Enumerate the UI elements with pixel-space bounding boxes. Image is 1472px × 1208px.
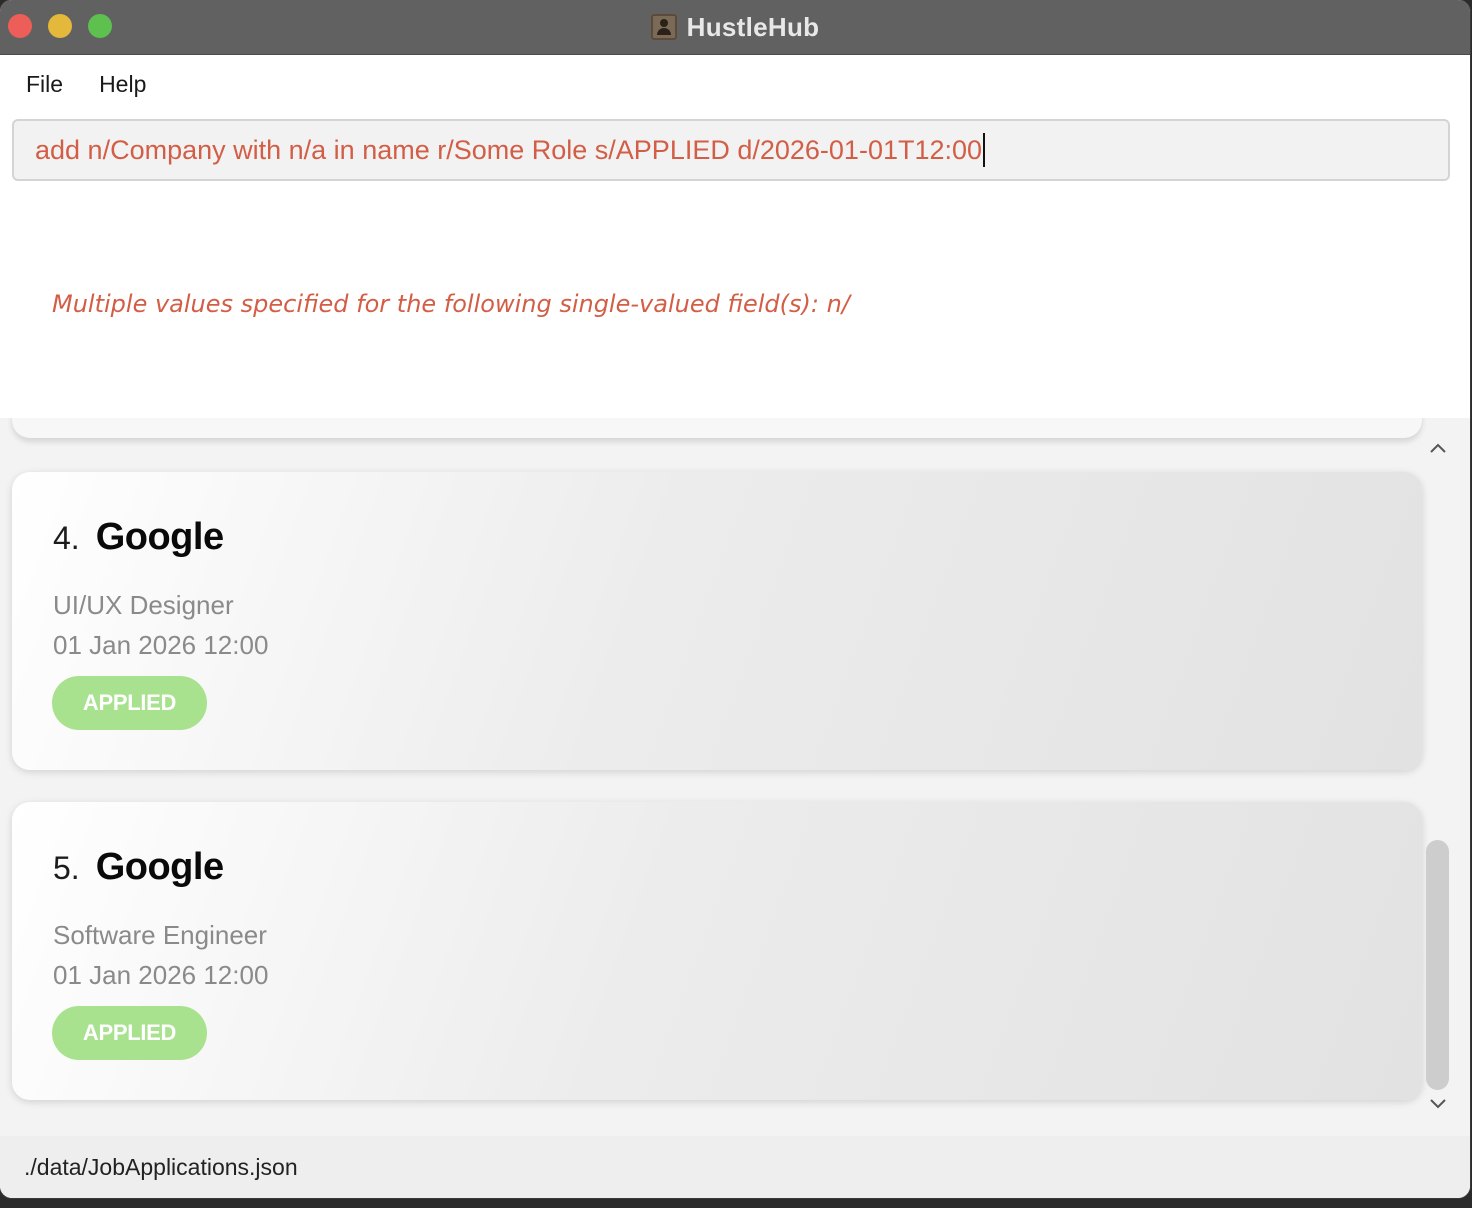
role-title: Software Engineer — [53, 920, 267, 950]
data-file-path: ./data/JobApplications.json — [24, 1153, 298, 1180]
window-title: HustleHub — [686, 11, 820, 42]
app-window: HustleHub File Help add n/Company with n… — [0, 0, 1470, 1198]
result-message: Multiple values specified for the follow… — [52, 290, 850, 318]
application-date: 01 Jan 2026 12:00 — [53, 960, 269, 990]
company-name: Google — [95, 516, 224, 558]
scrollbar-thumb[interactable] — [1426, 840, 1449, 1090]
item-index: 5. — [53, 850, 80, 886]
scroll-up-arrow-icon[interactable] — [1428, 438, 1448, 458]
company-name: Google — [95, 846, 224, 888]
list-item[interactable]: 5. Google Software Engineer 01 Jan 2026 … — [12, 802, 1422, 1100]
command-input[interactable]: add n/Company with n/a in name r/Some Ro… — [12, 119, 1450, 181]
scroll-down-arrow-icon[interactable] — [1428, 1094, 1448, 1114]
command-input-text: add n/Company with n/a in name r/Some Ro… — [35, 134, 983, 165]
application-date: 01 Jan 2026 12:00 — [53, 630, 269, 660]
status-bar: ./data/JobApplications.json — [0, 1136, 1470, 1198]
status-badge: APPLIED — [52, 676, 207, 730]
title-bar: HustleHub — [0, 0, 1470, 55]
text-caret — [983, 133, 986, 167]
status-badge: APPLIED — [52, 1006, 207, 1060]
list-item-partial[interactable] — [12, 418, 1422, 438]
menu-file[interactable]: File — [26, 71, 63, 98]
menu-bar: File Help — [0, 55, 1470, 113]
application-list[interactable]: 4. Google UI/UX Designer 01 Jan 2026 12:… — [0, 418, 1470, 1136]
item-index: 4. — [53, 520, 80, 556]
list-item[interactable]: 4. Google UI/UX Designer 01 Jan 2026 12:… — [12, 472, 1422, 770]
contacts-book-icon — [650, 14, 677, 40]
role-title: UI/UX Designer — [53, 590, 234, 620]
menu-help[interactable]: Help — [99, 71, 146, 98]
